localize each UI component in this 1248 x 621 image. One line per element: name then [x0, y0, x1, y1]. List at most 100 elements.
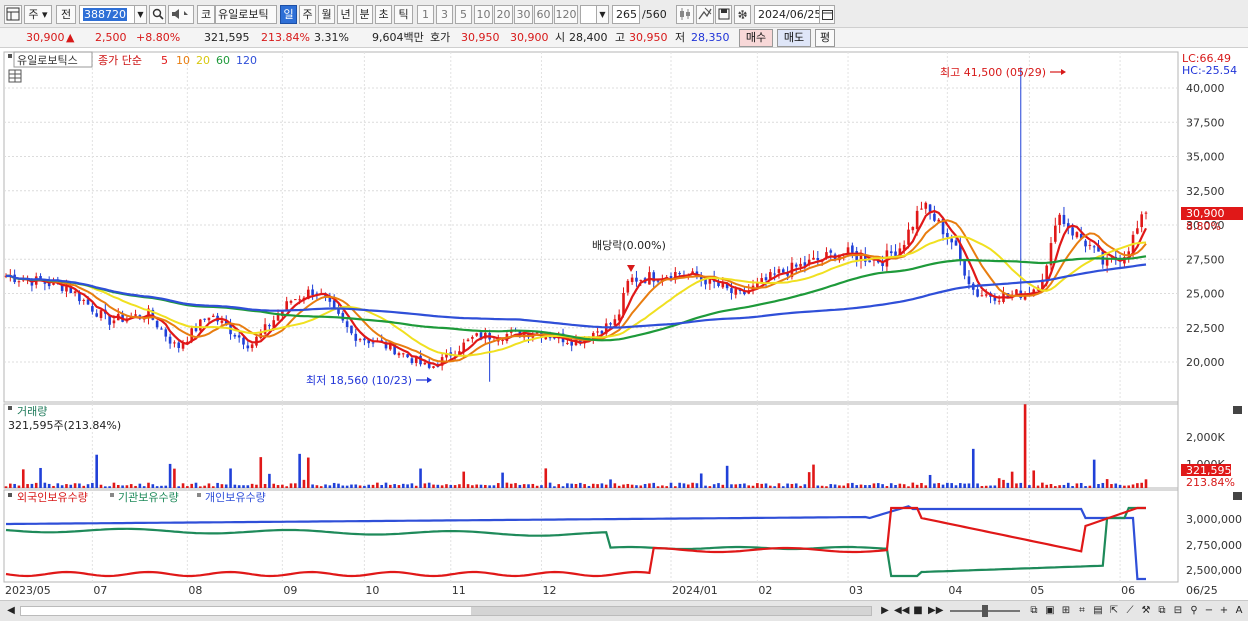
- volume-bar: [674, 486, 677, 488]
- volume-bar: [237, 485, 241, 488]
- eval-button[interactable]: 평: [815, 29, 835, 47]
- volume-bar: [337, 483, 340, 488]
- volume-bar: [691, 482, 694, 488]
- tool-icon[interactable]: ⚒: [1139, 604, 1153, 618]
- last-price-percent: 8.80%: [1186, 220, 1221, 233]
- sell-button[interactable]: 매도: [777, 29, 811, 47]
- open-label: 시: [555, 31, 566, 44]
- cursor-icon[interactable]: ⇱: [1107, 604, 1121, 618]
- volume-bar: [380, 485, 383, 488]
- interval-60[interactable]: 60: [534, 5, 553, 24]
- candle-body: [237, 335, 241, 338]
- speed-slider-handle[interactable]: [982, 605, 988, 617]
- volume-pane-close-icon[interactable]: [1233, 406, 1242, 414]
- interval-120[interactable]: 120: [554, 5, 578, 24]
- draw-tool-icon[interactable]: [696, 5, 714, 24]
- volume-bar: [846, 483, 850, 488]
- candle-body: [915, 210, 919, 229]
- split-icon[interactable]: ⊞: [1059, 604, 1073, 618]
- holdings-pane-close-icon[interactable]: [1233, 492, 1242, 500]
- layout-icon[interactable]: ▤: [1091, 604, 1105, 618]
- trend-icon[interactable]: ⟋: [1123, 604, 1137, 618]
- count-input[interactable]: 265: [612, 5, 640, 24]
- volume-bar: [807, 472, 811, 488]
- volume-bar: [704, 485, 707, 488]
- volume-bar: [1049, 484, 1053, 488]
- period-tick[interactable]: 틱: [394, 5, 413, 24]
- candle-body: [769, 272, 772, 279]
- rewind-icon[interactable]: ◀◀: [894, 604, 909, 618]
- volume-bar: [440, 485, 444, 488]
- crosshair-icon[interactable]: ⌗: [1075, 604, 1089, 618]
- layout-icon[interactable]: [4, 5, 22, 24]
- prev-button[interactable]: 전: [56, 5, 76, 24]
- code-input[interactable]: 388720: [79, 5, 135, 24]
- zoom-fit-icon[interactable]: ⧉: [1027, 604, 1041, 618]
- volume-bar: [445, 484, 448, 488]
- copy-icon[interactable]: ⧉: [1155, 604, 1169, 618]
- candle-icon[interactable]: [676, 5, 694, 24]
- buy-button[interactable]: 매수: [739, 29, 773, 47]
- interval-3[interactable]: 3: [436, 5, 453, 24]
- interval-20[interactable]: 20: [494, 5, 513, 24]
- type-select[interactable]: 주 ▾: [24, 5, 52, 24]
- volume-bar: [540, 485, 543, 488]
- volume-bar: [1041, 482, 1044, 488]
- volume-bar: [583, 484, 586, 488]
- chart-area[interactable]: 유일로보틱스 종가 단순 5 10 20 60 120 40,000 37,500…: [0, 48, 1248, 600]
- candle-body: [1105, 259, 1109, 266]
- save-icon[interactable]: [715, 5, 732, 24]
- fast-forward-icon[interactable]: ▶▶: [928, 604, 943, 618]
- volume-bar: [466, 484, 470, 488]
- lock-icon[interactable]: ⊟: [1171, 604, 1185, 618]
- period-week[interactable]: 주: [299, 5, 316, 24]
- candle-body: [1092, 246, 1096, 248]
- interval-10[interactable]: 10: [474, 5, 493, 24]
- volume-bar: [648, 483, 651, 488]
- period-minute[interactable]: 분: [356, 5, 373, 24]
- candle-body: [1054, 225, 1057, 242]
- candle-body: [164, 329, 168, 337]
- volume-bar: [332, 482, 336, 488]
- scrollbar-thumb[interactable]: [471, 607, 871, 615]
- zoom-icon[interactable]: ⚲: [1187, 604, 1201, 618]
- play-icon[interactable]: ▶: [878, 604, 892, 618]
- volume-bar: [108, 486, 111, 488]
- settings-icon[interactable]: [734, 5, 751, 24]
- scroll-left-icon[interactable]: ◀: [4, 604, 18, 618]
- volume-bar: [1023, 404, 1027, 488]
- interval-5[interactable]: 5: [455, 5, 472, 24]
- font-size-icon[interactable]: A: [1232, 604, 1246, 618]
- sound-icon[interactable]: [168, 5, 194, 24]
- volume-bar: [769, 485, 772, 488]
- code-dropdown-icon[interactable]: ▼: [134, 5, 147, 24]
- date-input[interactable]: 2024/06/25: [754, 5, 821, 24]
- candle-body: [177, 342, 181, 348]
- search-icon[interactable]: [149, 5, 166, 24]
- volume-bar: [263, 484, 267, 488]
- zoom-in-icon[interactable]: +: [1217, 604, 1231, 618]
- stop-icon[interactable]: ■: [911, 604, 925, 618]
- zoom-out-icon[interactable]: −: [1202, 604, 1216, 618]
- volume-bar: [820, 485, 824, 488]
- period-second[interactable]: 초: [375, 5, 392, 24]
- calendar-icon[interactable]: [819, 5, 835, 24]
- period-day[interactable]: 일: [280, 5, 297, 24]
- period-month[interactable]: 월: [318, 5, 335, 24]
- interval-dropdown-icon[interactable]: ▼: [596, 5, 609, 24]
- market-label[interactable]: 코: [197, 5, 215, 24]
- candle-body: [298, 299, 301, 301]
- x-tick-label: 07: [93, 584, 107, 597]
- volume-bar: [911, 482, 915, 488]
- interval-30[interactable]: 30: [514, 5, 533, 24]
- volume-bar: [34, 482, 38, 488]
- volume-bar: [211, 486, 215, 488]
- volume-bar: [587, 485, 591, 488]
- scrollbar-track[interactable]: [20, 606, 872, 616]
- interval-1[interactable]: 1: [417, 5, 434, 24]
- window-icon[interactable]: ▣: [1043, 604, 1057, 618]
- period-year[interactable]: 년: [337, 5, 354, 24]
- volume-bar: [579, 482, 582, 488]
- candle-body: [997, 300, 1001, 302]
- volume-bar: [242, 485, 245, 488]
